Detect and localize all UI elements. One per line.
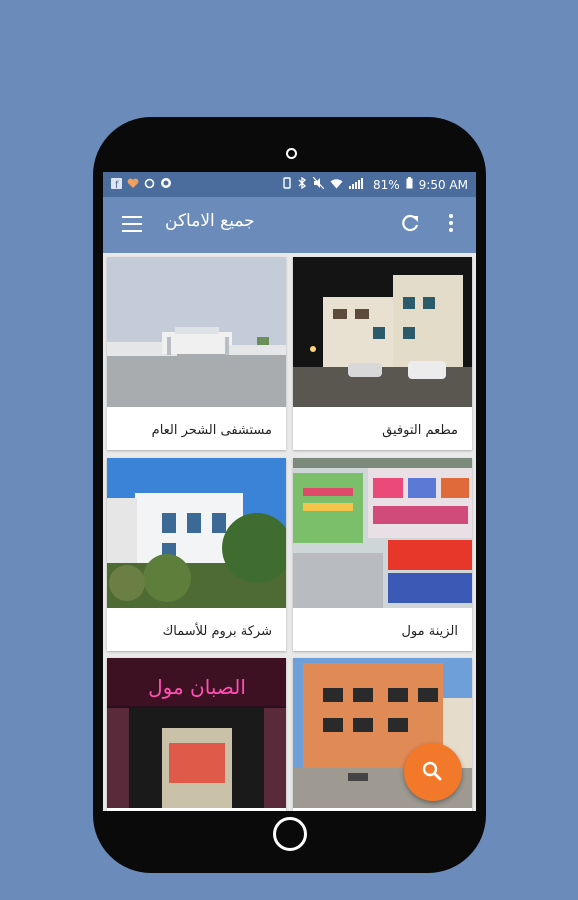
signal-icon — [349, 177, 367, 193]
status-bar: f 81% 9:50 AM — [103, 172, 476, 197]
battery-percent: 81% — [373, 178, 400, 192]
vibrate-icon — [282, 177, 292, 193]
places-grid: مستشفى الشحر العام مطعم التوفيق شركة برو… — [103, 253, 476, 811]
place-name: الزينة مول — [401, 624, 458, 639]
whatsapp-icon — [160, 177, 172, 193]
place-name: مطعم التوفيق — [382, 423, 458, 438]
place-photo — [107, 257, 286, 407]
mute-icon — [312, 176, 325, 193]
place-photo — [293, 257, 472, 407]
mall-sign-text: الصبان مول — [148, 675, 246, 699]
place-card[interactable]: الزينة مول — [293, 458, 472, 651]
heart-icon — [127, 178, 139, 193]
page-title: جميع الاماكن — [165, 211, 255, 231]
facebook-icon: f — [111, 177, 122, 193]
home-button[interactable] — [273, 817, 307, 851]
bluetooth-icon — [298, 176, 307, 193]
recycle-icon — [144, 178, 155, 193]
battery-icon — [406, 177, 413, 193]
place-card[interactable]: مطعم التوفيق — [293, 257, 472, 450]
clock: 9:50 AM — [418, 178, 468, 192]
svg-text:f: f — [115, 180, 119, 189]
place-card[interactable]: مستشفى الشحر العام — [107, 257, 286, 450]
overflow-menu-icon[interactable] — [448, 214, 454, 234]
refresh-icon[interactable] — [399, 213, 421, 235]
app-toolbar: جميع الاماكن — [103, 197, 476, 253]
app-screen: f 81% 9:50 AM جميع الاماكن مستشفى الشحر … — [103, 172, 476, 811]
search-fab[interactable] — [404, 743, 462, 801]
wifi-icon — [330, 178, 343, 193]
front-camera — [286, 148, 297, 159]
place-card[interactable]: شركة بروم للأسماك — [107, 458, 286, 651]
place-name: شركة بروم للأسماك — [162, 624, 272, 639]
search-icon — [422, 761, 442, 781]
place-photo — [293, 458, 472, 608]
place-photo — [107, 458, 286, 608]
hamburger-menu-icon[interactable] — [122, 216, 142, 232]
place-name: مستشفى الشحر العام — [151, 423, 272, 438]
place-card[interactable]: الصبان مول — [107, 658, 286, 811]
place-photo: الصبان مول — [107, 658, 286, 808]
